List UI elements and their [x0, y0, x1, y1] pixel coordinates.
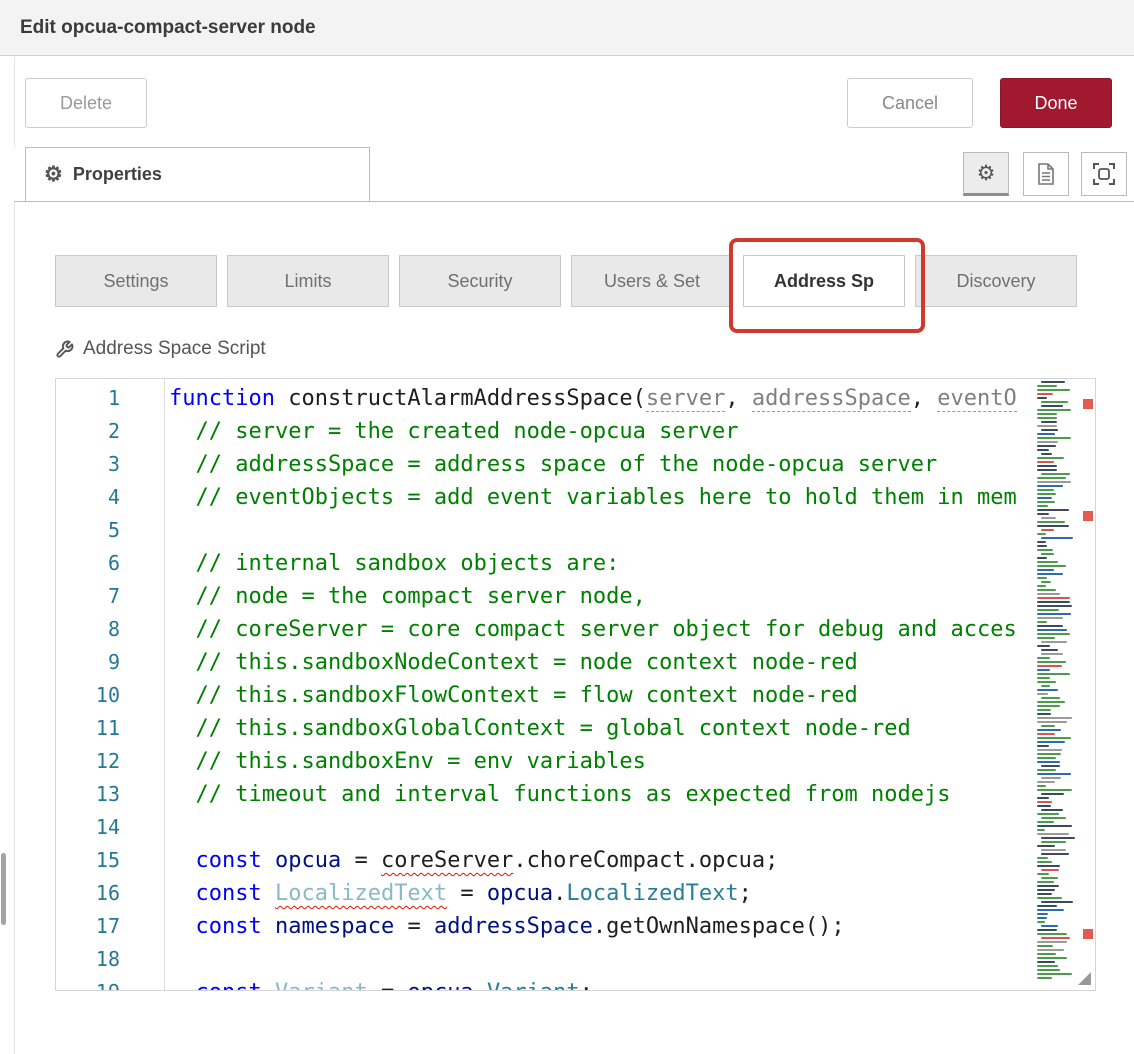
code-line[interactable]: 17 const namespace = addressSpace.getOwn…: [56, 910, 1033, 943]
tab-properties[interactable]: ⚙ Properties: [25, 147, 370, 201]
line-number: 17: [56, 910, 120, 943]
tab-address-sp[interactable]: Address Sp: [743, 255, 905, 307]
dialog-header: Edit opcua-compact-server node: [0, 0, 1134, 56]
done-button[interactable]: Done: [1000, 78, 1112, 128]
minimap[interactable]: [1035, 381, 1080, 988]
code-line[interactable]: 12 // this.sandboxEnv = env variables: [56, 745, 1033, 778]
section-label: Address Space Script: [55, 338, 266, 360]
appearance-icon: [1093, 163, 1115, 185]
line-number: 13: [56, 778, 120, 811]
line-number: 11: [56, 712, 120, 745]
line-number: 4: [56, 481, 120, 514]
code-editor[interactable]: 1function constructAlarmAddressSpace(ser…: [55, 378, 1096, 991]
page-scrollbar[interactable]: [1, 853, 6, 925]
properties-icon-button[interactable]: ⚙: [963, 152, 1009, 196]
gear-icon: ⚙: [977, 163, 996, 184]
section-label-text: Address Space Script: [83, 338, 266, 360]
document-icon: [1037, 163, 1055, 185]
appearance-icon-button[interactable]: [1081, 152, 1127, 196]
code-line[interactable]: 6 // internal sandbox objects are:: [56, 547, 1033, 580]
line-number: 15: [56, 844, 120, 877]
line-number: 16: [56, 877, 120, 910]
gear-icon: ⚙: [44, 164, 63, 185]
line-number: 2: [56, 415, 120, 448]
error-marker: [1083, 511, 1093, 521]
tab-users-set[interactable]: Users & Set: [571, 255, 733, 307]
sub-tabs: SettingsLimitsSecurityUsers & SetAddress…: [55, 255, 1077, 307]
line-number: 19: [56, 976, 120, 991]
code-line[interactable]: 14: [56, 811, 1033, 844]
code-line[interactable]: 19 const Variant = opcua.Variant;: [56, 976, 1033, 991]
code-line[interactable]: 15 const opcua = coreServer.choreCompact…: [56, 844, 1033, 877]
line-number: 6: [56, 547, 120, 580]
code-line[interactable]: 8 // coreServer = core compact server ob…: [56, 613, 1033, 646]
code-line[interactable]: 11 // this.sandboxGlobalContext = global…: [56, 712, 1033, 745]
code-line[interactable]: 4 // eventObjects = add event variables …: [56, 481, 1033, 514]
error-marker: [1083, 929, 1093, 939]
code-line[interactable]: 7 // node = the compact server node,: [56, 580, 1033, 613]
line-number: 18: [56, 943, 120, 976]
dialog-title: Edit opcua-compact-server node: [20, 17, 316, 39]
line-number: 5: [56, 514, 120, 547]
line-number: 9: [56, 646, 120, 679]
error-marker: [1083, 399, 1093, 409]
line-number: 3: [56, 448, 120, 481]
overview-ruler: [1081, 379, 1095, 990]
resize-grip[interactable]: [1078, 972, 1091, 985]
line-number: 7: [56, 580, 120, 613]
code-line[interactable]: 10 // this.sandboxFlowContext = flow con…: [56, 679, 1033, 712]
properties-tab-label: Properties: [73, 164, 162, 185]
edit-node-dialog: Edit opcua-compact-server node Delete Ca…: [0, 0, 1134, 1054]
line-number: 10: [56, 679, 120, 712]
line-number: 8: [56, 613, 120, 646]
line-number: 14: [56, 811, 120, 844]
code-line[interactable]: 13 // timeout and interval functions as …: [56, 778, 1033, 811]
dialog-left-edge: [14, 57, 15, 1054]
cancel-button[interactable]: Cancel: [847, 78, 973, 128]
wrench-icon: [55, 340, 74, 359]
code-line[interactable]: 5: [56, 514, 1033, 547]
code-line[interactable]: 3 // addressSpace = address space of the…: [56, 448, 1033, 481]
code-line[interactable]: 1function constructAlarmAddressSpace(ser…: [56, 382, 1033, 415]
tab-settings[interactable]: Settings: [55, 255, 217, 307]
description-icon-button[interactable]: [1023, 152, 1069, 196]
line-number: 1: [56, 382, 120, 415]
code-lines[interactable]: 1function constructAlarmAddressSpace(ser…: [56, 379, 1033, 991]
tab-discovery[interactable]: Discovery: [915, 255, 1077, 307]
code-line[interactable]: 16 const LocalizedText = opcua.Localized…: [56, 877, 1033, 910]
tab-security[interactable]: Security: [399, 255, 561, 307]
tab-limits[interactable]: Limits: [227, 255, 389, 307]
delete-button[interactable]: Delete: [25, 78, 147, 128]
code-line[interactable]: 9 // this.sandboxNodeContext = node cont…: [56, 646, 1033, 679]
code-line[interactable]: 18: [56, 943, 1033, 976]
code-line[interactable]: 2 // server = the created node-opcua ser…: [56, 415, 1033, 448]
line-number: 12: [56, 745, 120, 778]
